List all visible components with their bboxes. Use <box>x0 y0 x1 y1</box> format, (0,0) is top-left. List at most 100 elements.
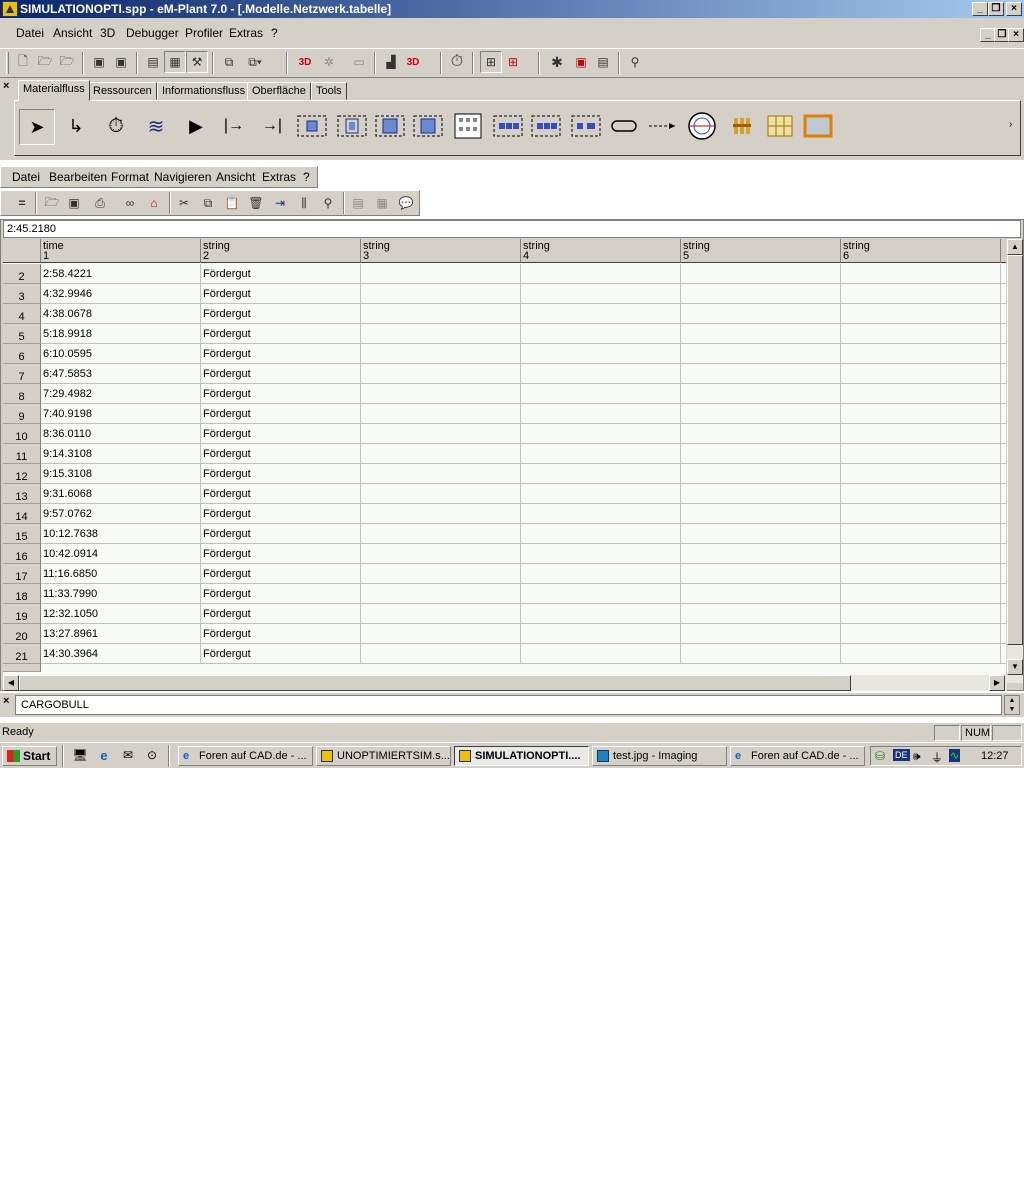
empty-cell[interactable] <box>841 524 1001 544</box>
row-header[interactable]: 12 <box>3 464 41 484</box>
menu2-help[interactable]: ? <box>303 170 310 184</box>
empty-cell[interactable] <box>361 484 521 504</box>
time-cell[interactable]: 10:42.0914 <box>41 544 201 564</box>
empty-cell[interactable] <box>521 344 681 364</box>
tab-tools[interactable]: Tools <box>311 82 347 100</box>
time-cell[interactable]: 8:36.0110 <box>41 424 201 444</box>
save-icon[interactable]: ▣ <box>88 51 110 73</box>
find-icon[interactable]: ⚲ <box>624 51 646 73</box>
time-cell[interactable]: 9:57.0762 <box>41 504 201 524</box>
open-disabled-icon[interactable]: 🗁 <box>34 51 56 73</box>
profiler-icon[interactable]: ▣ <box>570 51 592 73</box>
tools-icon[interactable]: ⚒ <box>186 51 208 73</box>
library-close-icon[interactable]: × <box>3 80 9 92</box>
layout-dropdown-icon[interactable]: ⧉▾ <box>240 51 270 73</box>
time-cell[interactable]: 12:32.1050 <box>41 604 201 624</box>
toolbar-grip[interactable] <box>6 52 9 74</box>
empty-cell[interactable] <box>841 284 1001 304</box>
3d-icon[interactable]: 3D <box>294 51 316 73</box>
string-cell[interactable]: Fördergut <box>201 584 361 604</box>
time-cell[interactable]: 9:31.6068 <box>41 484 201 504</box>
empty-cell[interactable] <box>1001 424 1006 444</box>
empty-cell[interactable] <box>681 444 841 464</box>
time-cell[interactable]: 6:10.0595 <box>41 344 201 364</box>
string-cell[interactable]: Fördergut <box>201 644 361 664</box>
string-cell[interactable]: Fördergut <box>201 324 361 344</box>
menu-datei[interactable]: Datei <box>16 26 44 40</box>
empty-cell[interactable] <box>1001 564 1006 584</box>
media-icon[interactable]: ⊙ <box>144 748 160 764</box>
empty-cell[interactable] <box>681 264 841 284</box>
time-cell[interactable]: 7:40.9198 <box>41 404 201 424</box>
empty-cell[interactable] <box>521 644 681 664</box>
time-cell[interactable]: 11:33.7990 <box>41 584 201 604</box>
empty-cell[interactable] <box>841 384 1001 404</box>
empty-cell[interactable] <box>1001 644 1006 664</box>
time-cell[interactable]: 2:58.4221 <box>41 264 201 284</box>
empty-cell[interactable] <box>361 284 521 304</box>
network-tray-icon[interactable]: ⛁ <box>875 749 885 763</box>
empty-cell[interactable] <box>681 424 841 444</box>
row-header[interactable]: 5 <box>3 324 41 344</box>
language-indicator[interactable]: DE <box>893 749 910 761</box>
storage-grid-icon[interactable] <box>763 109 797 143</box>
window-title-bar[interactable]: SIMULATIONOPTI.spp - eM-Plant 7.0 - [.Mo… <box>0 0 1024 18</box>
time-cell[interactable]: 13:27.8961 <box>41 624 201 644</box>
menu-profiler[interactable]: Profiler <box>185 26 223 40</box>
buffer-icon[interactable] <box>491 109 525 143</box>
tab-materialfluss[interactable]: Materialfluss <box>18 80 90 101</box>
monitor-icon[interactable]: ∿ <box>949 749 961 762</box>
string-cell[interactable]: Fördergut <box>201 384 361 404</box>
equals-icon[interactable]: = <box>11 192 33 214</box>
empty-cell[interactable] <box>361 544 521 564</box>
empty-cell[interactable] <box>681 364 841 384</box>
row-header[interactable]: 4 <box>3 304 41 324</box>
chart-icon[interactable]: ▟ <box>380 51 402 73</box>
string-cell[interactable]: Fördergut <box>201 504 361 524</box>
string-cell[interactable]: Fördergut <box>201 624 361 644</box>
empty-cell[interactable] <box>361 524 521 544</box>
string-cell[interactable]: Fördergut <box>201 604 361 624</box>
empty-cell[interactable] <box>841 264 1001 284</box>
empty-cell[interactable] <box>1001 284 1006 304</box>
empty-cell[interactable] <box>681 644 841 664</box>
save-all-icon[interactable]: ▣ <box>110 51 132 73</box>
empty-cell[interactable] <box>1001 604 1006 624</box>
time-cell[interactable]: 6:47.5853 <box>41 364 201 384</box>
empty-cell[interactable] <box>361 624 521 644</box>
turntable-icon[interactable] <box>685 109 719 143</box>
scroll-up-button[interactable]: ▲ <box>1007 239 1023 255</box>
task-test-jpg[interactable]: test.jpg - Imaging <box>592 746 727 766</box>
command-input[interactable]: CARGOBULL <box>15 695 1002 715</box>
binoculars-icon[interactable]: ∞ <box>119 192 141 214</box>
menu-ansicht[interactable]: Ansicht <box>53 26 92 40</box>
comment-icon[interactable]: 💬 <box>395 192 417 214</box>
empty-cell[interactable] <box>521 464 681 484</box>
string-cell[interactable]: Fördergut <box>201 304 361 324</box>
menu2-bearbeiten[interactable]: Bearbeiten <box>49 170 107 184</box>
library-scroll-right-icon[interactable]: › <box>1009 119 1012 130</box>
empty-cell[interactable] <box>841 324 1001 344</box>
track-icon[interactable] <box>645 109 679 143</box>
clock-icon[interactable]: ⏱ <box>446 51 468 73</box>
drain-entry-icon[interactable]: |→ <box>217 109 251 143</box>
empty-cell[interactable] <box>1001 464 1006 484</box>
column-header[interactable]: string 6 <box>841 239 1001 263</box>
format-columns-icon[interactable]: ▦ <box>371 192 393 214</box>
menu2-ansicht[interactable]: Ansicht <box>216 170 255 184</box>
eventcontroller-icon[interactable]: ⏱ <box>99 109 133 143</box>
horizontal-scroll-thumb[interactable] <box>19 675 851 691</box>
tab-oberflaeche[interactable]: Oberfläche <box>247 82 311 100</box>
cell-edit-field[interactable]: 2:45.2180 <box>3 220 1021 238</box>
empty-cell[interactable] <box>1001 304 1006 324</box>
empty-cell[interactable] <box>361 324 521 344</box>
empty-cell[interactable] <box>841 464 1001 484</box>
empty-cell[interactable] <box>521 284 681 304</box>
save-icon[interactable]: ▣ <box>63 192 85 214</box>
empty-cell[interactable] <box>361 304 521 324</box>
table-view-icon[interactable]: ▦ <box>164 51 186 73</box>
tab-ressourcen[interactable]: Ressourcen <box>88 82 157 100</box>
string-cell[interactable]: Fördergut <box>201 424 361 444</box>
empty-cell[interactable] <box>521 404 681 424</box>
open-folder-icon[interactable]: 🗁 <box>56 51 78 73</box>
